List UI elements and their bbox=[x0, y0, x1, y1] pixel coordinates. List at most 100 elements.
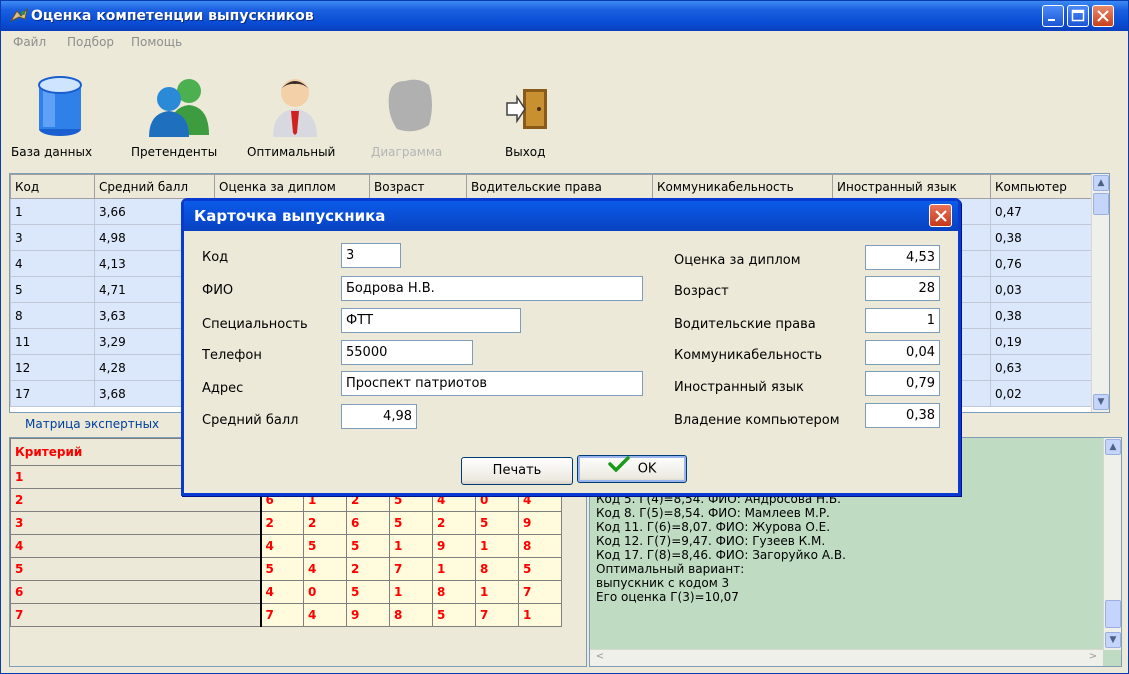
matrix-cell[interactable]: 8 bbox=[518, 534, 562, 558]
matrix-cell[interactable]: 9 bbox=[518, 511, 562, 535]
scroll-right-icon[interactable]: > bbox=[1085, 651, 1101, 665]
exit-door-icon bbox=[505, 75, 551, 140]
matrix-cell[interactable]: 7 bbox=[260, 603, 304, 627]
age-field[interactable]: 28 bbox=[865, 276, 940, 301]
scroll-up-icon[interactable]: ▲ bbox=[1093, 175, 1109, 191]
avg-label: Средний балл bbox=[202, 413, 299, 428]
column-header-license[interactable]: Водительские права bbox=[466, 174, 653, 199]
scroll-left-icon[interactable]: < bbox=[592, 651, 608, 665]
age-label: Возраст bbox=[674, 284, 729, 299]
matrix-row-label: 7 bbox=[10, 603, 262, 627]
matrix-cell[interactable]: 0 bbox=[303, 580, 347, 604]
scroll-down-icon[interactable]: ▼ bbox=[1093, 394, 1109, 410]
matrix-cell[interactable]: 7 bbox=[389, 557, 433, 581]
matrix-cell[interactable]: 1 bbox=[432, 557, 476, 581]
specialty-field[interactable]: ФТТ bbox=[341, 308, 521, 333]
matrix-cell[interactable]: 6 bbox=[346, 511, 390, 535]
matrix-cell[interactable]: 1 bbox=[389, 534, 433, 558]
scroll-thumb[interactable] bbox=[1093, 193, 1109, 215]
matrix-cell[interactable]: 1 bbox=[389, 580, 433, 604]
minimize-button[interactable] bbox=[1042, 5, 1064, 27]
matrix-cell[interactable]: 5 bbox=[346, 580, 390, 604]
matrix-cell[interactable]: 4 bbox=[260, 534, 304, 558]
cell-code: 11 bbox=[10, 328, 95, 355]
matrix-cell[interactable]: 4 bbox=[303, 557, 347, 581]
grid-vertical-scrollbar[interactable]: ▲ ▼ bbox=[1091, 174, 1109, 412]
communication-field[interactable]: 0,04 bbox=[865, 340, 940, 365]
cell-computer: 0,76 bbox=[990, 250, 1094, 277]
matrix-cell[interactable]: 8 bbox=[475, 557, 519, 581]
memo-horizontal-scrollbar[interactable]: < > bbox=[590, 649, 1103, 666]
matrix-cell[interactable]: 9 bbox=[346, 603, 390, 627]
matrix-cell[interactable]: 2 bbox=[303, 511, 347, 535]
print-button[interactable]: Печать bbox=[461, 457, 573, 485]
matrix-cell[interactable]: 8 bbox=[432, 580, 476, 604]
users-icon bbox=[149, 75, 211, 140]
cell-code: 17 bbox=[10, 380, 95, 407]
scroll-down-icon[interactable]: ▼ bbox=[1105, 632, 1121, 648]
column-header-avg[interactable]: Средний балл bbox=[94, 174, 215, 199]
matrix-cell[interactable]: 8 bbox=[389, 603, 433, 627]
matrix-cell[interactable]: 5 bbox=[260, 557, 304, 581]
matrix-cell[interactable]: 2 bbox=[346, 557, 390, 581]
column-header-communication[interactable]: Коммуникабельность bbox=[652, 174, 833, 199]
dialog-title-bar[interactable]: Карточка выпускника bbox=[184, 201, 958, 231]
matrix-cell[interactable]: 4 bbox=[260, 580, 304, 604]
column-header-computer[interactable]: Компьютер bbox=[990, 174, 1094, 199]
dialog-close-button[interactable] bbox=[929, 204, 952, 227]
matrix-row[interactable]: 4 4551918 bbox=[10, 534, 562, 558]
matrix-cell[interactable]: 5 bbox=[518, 557, 562, 581]
menu-file[interactable]: Файл bbox=[13, 35, 46, 49]
matrix-row[interactable]: 3 2265259 bbox=[10, 511, 562, 535]
graduate-card-dialog: Карточка выпускника Код 3 ФИО Бодрова Н.… bbox=[181, 198, 961, 496]
language-field[interactable]: 0,79 bbox=[865, 371, 940, 396]
column-header-language[interactable]: Иностранный язык bbox=[832, 174, 991, 199]
checkmark-icon bbox=[607, 456, 630, 482]
scroll-thumb[interactable] bbox=[1105, 600, 1121, 628]
matrix-cell[interactable]: 7 bbox=[475, 603, 519, 627]
matrix-cell[interactable]: 4 bbox=[303, 603, 347, 627]
avg-field[interactable]: 4,98 bbox=[341, 404, 417, 429]
column-header-diploma[interactable]: Оценка за диплом bbox=[214, 174, 370, 199]
matrix-cell[interactable]: 2 bbox=[260, 511, 304, 535]
matrix-cell[interactable]: 1 bbox=[475, 580, 519, 604]
matrix-cell[interactable]: 5 bbox=[432, 603, 476, 627]
print-button-label: Печать bbox=[492, 463, 542, 478]
matrix-row-label: 5 bbox=[10, 557, 262, 581]
phone-field[interactable]: 55000 bbox=[341, 340, 473, 365]
matrix-cell[interactable]: 5 bbox=[389, 511, 433, 535]
ok-button[interactable]: OK bbox=[577, 455, 687, 483]
phone-label: Телефон bbox=[202, 348, 262, 363]
maximize-button[interactable] bbox=[1067, 5, 1089, 27]
matrix-cell[interactable]: 5 bbox=[303, 534, 347, 558]
menu-help[interactable]: Помощь bbox=[131, 35, 182, 49]
matrix-cell[interactable]: 1 bbox=[475, 534, 519, 558]
column-header-age[interactable]: Возраст bbox=[369, 174, 467, 199]
fio-field[interactable]: Бодрова Н.В. bbox=[341, 276, 643, 301]
title-bar[interactable]: Оценка компетенции выпускников bbox=[1, 1, 1128, 31]
exit-label: Выход bbox=[505, 145, 546, 159]
memo-vertical-scrollbar[interactable]: ▲ ▼ bbox=[1103, 438, 1121, 650]
license-field[interactable]: 1 bbox=[865, 308, 940, 333]
matrix-row[interactable]: 5 5427185 bbox=[10, 557, 562, 581]
matrix-cell[interactable]: 2 bbox=[432, 511, 476, 535]
matrix-cell[interactable]: 5 bbox=[475, 511, 519, 535]
column-header-code[interactable]: Код bbox=[10, 174, 95, 199]
matrix-cell[interactable]: 1 bbox=[518, 603, 562, 627]
close-button[interactable] bbox=[1092, 5, 1114, 27]
matrix-row[interactable]: 6 4051817 bbox=[10, 580, 562, 604]
dialog-title: Карточка выпускника bbox=[194, 207, 386, 225]
cell-code: 5 bbox=[10, 276, 95, 303]
computer-field[interactable]: 0,38 bbox=[865, 403, 940, 428]
matrix-cell[interactable]: 5 bbox=[346, 534, 390, 558]
cell-computer: 0,47 bbox=[990, 198, 1094, 225]
address-field[interactable]: Проспект патриотов bbox=[341, 371, 643, 396]
matrix-row-label: 4 bbox=[10, 534, 262, 558]
scroll-up-icon[interactable]: ▲ bbox=[1105, 439, 1121, 455]
code-field[interactable]: 3 bbox=[341, 243, 401, 268]
matrix-row[interactable]: 7 7498571 bbox=[10, 603, 562, 627]
menu-selection[interactable]: Подбор bbox=[67, 35, 114, 49]
matrix-cell[interactable]: 9 bbox=[432, 534, 476, 558]
matrix-cell[interactable]: 7 bbox=[518, 580, 562, 604]
diploma-field[interactable]: 4,53 bbox=[865, 245, 940, 270]
